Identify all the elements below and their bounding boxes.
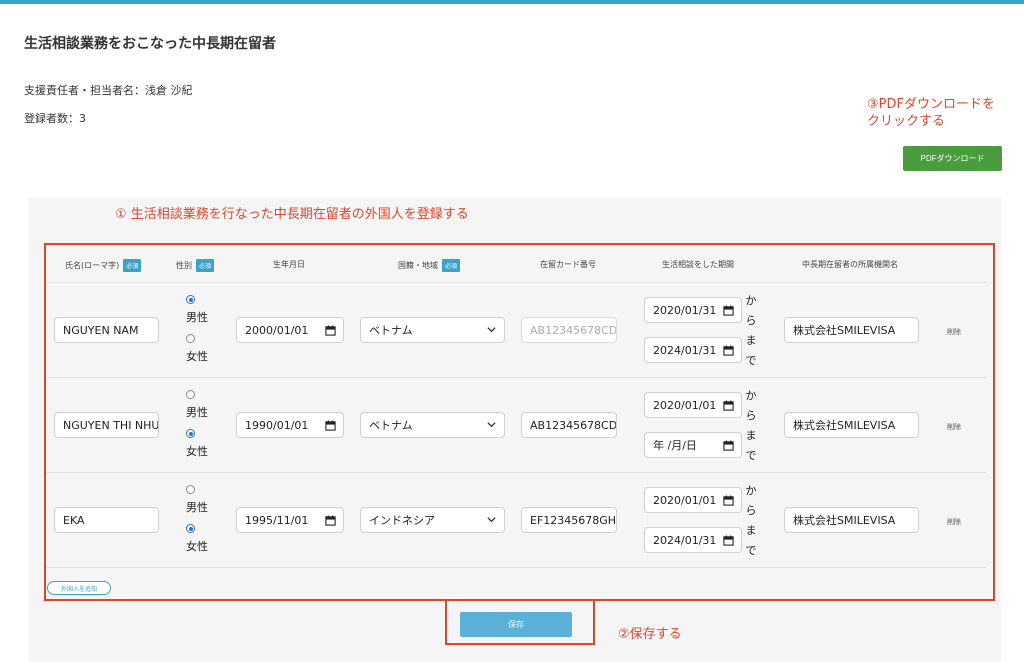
calendar-icon[interactable] <box>723 535 734 546</box>
gender-female-radio[interactable] <box>186 334 195 343</box>
period-from-label: から <box>745 484 757 517</box>
divider <box>46 567 986 568</box>
calendar-icon[interactable] <box>723 305 734 316</box>
period-from-input[interactable]: 2020/01/01 <box>644 487 742 513</box>
period-from-input[interactable]: 2020/01/01 <box>644 392 742 418</box>
page-title: 生活相談業務をおこなった中長期在留者 <box>24 36 276 52</box>
gender-male-radio[interactable] <box>186 485 195 494</box>
add-foreigner-button[interactable]: 外国人を追加 <box>47 581 111 595</box>
nationality-select[interactable]: ベトナム <box>360 412 505 438</box>
gender-female-label: 女性 <box>186 540 208 553</box>
annotation-pdf: ③PDFダウンロードを クリックする <box>867 96 1017 130</box>
period-to-input[interactable]: 2024/01/31 <box>644 527 742 553</box>
residence-card-input[interactable]: EF12345678GH <box>521 507 617 533</box>
residence-card-input[interactable]: AB12345678CD <box>521 317 617 343</box>
calendar-icon[interactable] <box>325 420 336 431</box>
calendar-icon[interactable] <box>325 515 336 526</box>
calendar-icon[interactable] <box>723 400 734 411</box>
annotation-save: ②保存する <box>618 627 682 642</box>
birthdate-input[interactable]: 1990/01/01 <box>236 412 344 438</box>
divider <box>46 282 986 283</box>
gender-male-radio[interactable] <box>186 295 195 304</box>
delete-row-button[interactable]: 削除 <box>947 422 961 432</box>
period-from-label: から <box>745 294 757 327</box>
header-org: 中長期在留者の所属機関名 <box>802 260 898 269</box>
name-input[interactable]: EKA <box>54 507 159 533</box>
required-badge: 必須 <box>442 259 461 272</box>
calendar-icon[interactable] <box>723 440 734 451</box>
annotation-pdf-line2: クリックする <box>867 114 946 129</box>
header-card: 在留カード番号 <box>540 260 596 269</box>
period-from-label: から <box>745 389 757 422</box>
divider <box>46 472 986 473</box>
organization-input[interactable]: 株式会社SMILEVISA <box>784 507 919 533</box>
period-from-input[interactable]: 2020/01/31 <box>644 297 742 323</box>
annotation-register: ① 生活相談業務を行なった中長期在留者の外国人を登録する <box>115 207 469 222</box>
required-badge: 必須 <box>196 259 215 272</box>
residence-card-input[interactable]: AB12345678CD <box>521 412 617 438</box>
gender-male-radio[interactable] <box>186 390 195 399</box>
chevron-down-icon <box>486 514 497 525</box>
save-button[interactable]: 保存 <box>460 612 572 637</box>
gender-female-radio[interactable] <box>186 524 195 533</box>
period-to-input[interactable]: 2024/01/31 <box>644 337 742 363</box>
header-period: 生活相談をした期間 <box>662 260 734 269</box>
gender-female-label: 女性 <box>186 445 208 458</box>
top-accent-bar <box>0 0 1024 4</box>
period-to-label: まで <box>745 429 757 462</box>
divider <box>46 377 986 378</box>
period-to-input[interactable]: 年 /月/日 <box>644 432 742 458</box>
delete-row-button[interactable]: 削除 <box>947 327 961 337</box>
supervisor-name: 支援責任者・担当者名：浅倉 沙紀 <box>24 84 193 97</box>
period-to-label: まで <box>745 524 757 557</box>
calendar-icon[interactable] <box>325 325 336 336</box>
calendar-icon[interactable] <box>723 345 734 356</box>
gender-male-label: 男性 <box>186 311 208 324</box>
required-badge: 必須 <box>123 259 142 272</box>
birthdate-input[interactable]: 1995/11/01 <box>236 507 344 533</box>
delete-row-button[interactable]: 削除 <box>947 517 961 527</box>
header-nationality: 国籍・地域 必須 <box>398 259 461 272</box>
gender-female-label: 女性 <box>186 350 208 363</box>
nationality-select[interactable]: ベトナム <box>360 317 505 343</box>
gender-male-label: 男性 <box>186 406 208 419</box>
calendar-icon[interactable] <box>723 495 734 506</box>
registered-count: 登録者数：3 <box>24 112 86 125</box>
gender-male-label: 男性 <box>186 501 208 514</box>
pdf-download-button[interactable]: PDFダウンロード <box>903 146 1002 171</box>
chevron-down-icon <box>486 324 497 335</box>
name-input[interactable]: NGUYEN NAM <box>54 317 159 343</box>
header-birthdate: 生年月日 <box>273 260 305 269</box>
chevron-down-icon <box>486 419 497 430</box>
organization-input[interactable]: 株式会社SMILEVISA <box>784 412 919 438</box>
header-name: 氏名(ローマ字) 必須 <box>65 259 142 272</box>
annotation-pdf-line1: ③PDFダウンロードを <box>867 97 995 112</box>
nationality-select[interactable]: インドネシア <box>360 507 505 533</box>
birthdate-input[interactable]: 2000/01/01 <box>236 317 344 343</box>
organization-input[interactable]: 株式会社SMILEVISA <box>784 317 919 343</box>
period-to-label: まで <box>745 334 757 367</box>
gender-female-radio[interactable] <box>186 429 195 438</box>
name-input[interactable]: NGUYEN THI NHU <box>54 412 159 438</box>
header-gender: 性別 必須 <box>176 259 215 272</box>
